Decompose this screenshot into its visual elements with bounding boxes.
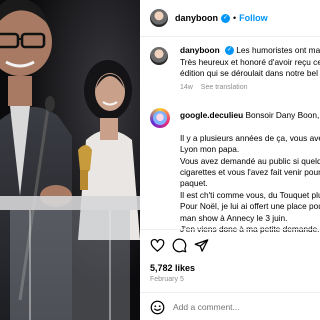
- post-details-panel: danyboon ✓ • Follow danyboon ✓ Les humor…: [140, 0, 320, 320]
- comment-line: Lyon mon papa.: [180, 144, 240, 155]
- comment-line: cigarettes et vous l'avez fait venir pou…: [180, 167, 320, 178]
- comment-line: man show à Annecy le 3 juin.: [180, 212, 288, 223]
- post-date: February 5: [150, 276, 184, 283]
- caption-line: Très heureux et honoré d'avoir reçu ce: [180, 56, 320, 67]
- separator-dot: •: [233, 13, 237, 23]
- caption-text: danyboon ✓ Les humoristes ont main Très …: [180, 45, 320, 80]
- paper-plane-icon[interactable]: [194, 238, 209, 253]
- smiley-icon[interactable]: [150, 300, 165, 315]
- verified-badge-icon: ✓: [224, 46, 234, 56]
- stage-photo-illustration: [0, 0, 140, 320]
- action-bar: [140, 229, 320, 260]
- comment-line: paquet.: [180, 178, 208, 189]
- caption-username[interactable]: danyboon: [180, 45, 220, 55]
- comment-input[interactable]: [173, 302, 313, 312]
- caption-meta: 14w See translation: [180, 84, 254, 91]
- follow-button[interactable]: Follow: [239, 13, 268, 23]
- post-header: danyboon ✓ • Follow: [140, 0, 320, 37]
- commenter-username[interactable]: google.deculieu: [180, 110, 243, 120]
- caption-avatar[interactable]: [150, 47, 168, 65]
- comment-line: [180, 121, 320, 132]
- heart-icon[interactable]: [150, 238, 165, 253]
- caption-line: Les humoristes ont main: [236, 45, 320, 55]
- see-translation-link[interactable]: See translation: [201, 84, 248, 91]
- comment-line: Bonsoir Dany Boon,: [245, 110, 320, 120]
- commenter-avatar[interactable]: [150, 108, 170, 128]
- author-username[interactable]: danyboon: [175, 13, 218, 23]
- comment-bubble-icon[interactable]: [172, 238, 187, 253]
- likes-count[interactable]: 5,782 likes: [150, 263, 195, 273]
- comment-line: Il est ch'ti comme vous, du Touquet plu: [180, 189, 320, 200]
- post-age: 14w: [180, 84, 193, 91]
- verified-badge-icon: ✓: [221, 13, 230, 23]
- comment-line: Il y a plusieurs années de ça, vous avez: [180, 132, 320, 143]
- comment-text: google.deculieu Bonsoir Dany Boon, Il y …: [180, 110, 320, 235]
- post-photo[interactable]: [0, 0, 140, 320]
- caption-line: édition qui se déroulait dans notre bel: [180, 68, 318, 78]
- comment-line: Pour Noël, je lui ai offert une place po…: [180, 201, 320, 212]
- add-comment-bar: [140, 292, 320, 320]
- comment-line: Vous avez demandé au public si quelq: [180, 155, 320, 166]
- avatar[interactable]: [150, 9, 168, 27]
